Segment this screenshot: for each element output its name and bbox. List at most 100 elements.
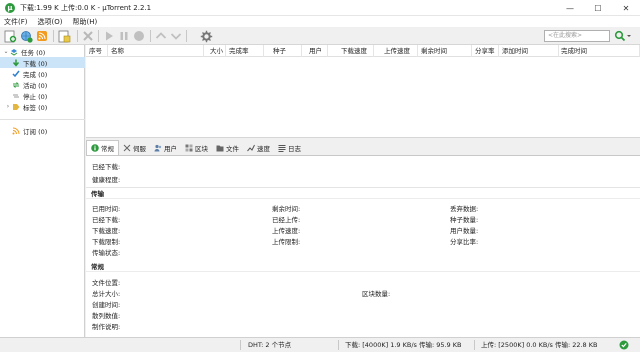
column-header[interactable]: 种子 <box>264 45 302 57</box>
info-label: 下载限制: <box>92 238 121 246</box>
close-button[interactable]: ✕ <box>612 0 640 16</box>
downloaded-label: 已经下载: <box>92 163 121 171</box>
tab-trackers[interactable]: 伺服 <box>119 141 150 155</box>
column-header[interactable]: 分享率 <box>472 45 499 57</box>
info-label: 散列数值: <box>92 312 121 320</box>
info-label: 总计大小: <box>92 290 121 298</box>
collapse-icon[interactable]: ⌄ <box>2 48 10 55</box>
status-bar: DHT: 2 个节点 下载: [4000K] 1.9 KB/s 传输: 95.9… <box>0 337 640 352</box>
sidebar-item-inactive[interactable]: 停止 (0) <box>0 90 85 101</box>
toolbar: <在此搜索> <box>0 27 640 45</box>
column-header[interactable]: 添加时间 <box>499 45 559 57</box>
info-label: 下载速度: <box>92 227 121 235</box>
info-label: 创建时间: <box>92 301 121 309</box>
info-label: 传输状态: <box>92 249 121 257</box>
tab-label: 日志 <box>288 145 301 153</box>
info-label: 制作说明: <box>92 323 121 331</box>
info-label: 已经下载: <box>92 216 121 224</box>
sidebar-item-completed[interactable]: 完成 (0) <box>0 68 85 79</box>
move-down-icon[interactable] <box>169 29 183 43</box>
column-header[interactable]: 上传速度 <box>374 45 418 57</box>
menu-bar: 文件(F) 选项(O) 帮助(H) <box>0 16 640 27</box>
minimize-button[interactable]: — <box>556 0 584 16</box>
upload-status[interactable]: 上传: [2500K] 0.0 KB/s 传输: 22.8 KB <box>481 338 597 352</box>
start-icon[interactable] <box>102 29 116 43</box>
tab-general[interactable]: 常规 <box>86 140 119 155</box>
info-label: 已经上传: <box>272 216 301 224</box>
tab-files[interactable]: 文件 <box>212 141 243 155</box>
expand-icon[interactable]: › <box>4 103 12 110</box>
pieces-icon <box>185 144 193 152</box>
sidebar-item-label: 标签 (0) <box>23 103 48 112</box>
download-status[interactable]: 下载: [4000K] 1.9 KB/s 传输: 95.9 KB <box>345 338 461 352</box>
tab-label: 速度 <box>257 145 270 153</box>
sidebar-item-label: 任务 (0) <box>21 48 46 57</box>
transfer-section-title: 传输 <box>86 189 640 199</box>
info-label: 上传速度: <box>272 227 301 235</box>
sidebar-item-label: 订阅 (0) <box>23 127 48 136</box>
column-header[interactable]: 下载速度 <box>328 45 374 57</box>
menu-file[interactable]: 文件(F) <box>4 17 28 27</box>
sidebar-item-feeds[interactable]: 订阅 (0) <box>0 125 85 136</box>
rss-icon[interactable] <box>35 29 49 43</box>
menu-help[interactable]: 帮助(H) <box>72 17 97 27</box>
sidebar-item-torrents[interactable]: ⌄ 任务 (0) <box>0 46 85 57</box>
tab-label: 用户 <box>164 145 177 153</box>
logger-icon <box>278 144 286 152</box>
tab-label: 文件 <box>226 145 239 153</box>
add-from-url-icon[interactable] <box>19 29 33 43</box>
column-header[interactable]: 剩余时间 <box>418 45 472 57</box>
torrent-list[interactable]: 序号 名称 大小 完成率 种子 用户 下载速度 上传速度 剩余时间 分享率 添加… <box>86 45 640 137</box>
tab-logger[interactable]: 日志 <box>274 141 305 155</box>
list-header: 序号 名称 大小 完成率 种子 用户 下载速度 上传速度 剩余时间 分享率 添加… <box>86 45 640 57</box>
sidebar-item-labels[interactable]: › 标签 (0) <box>0 101 85 112</box>
sidebar-item-downloading[interactable]: 下载 (0) <box>0 57 85 68</box>
sidebar-item-label: 活动 (0) <box>23 81 48 90</box>
search-input[interactable]: <在此搜索> <box>544 30 610 42</box>
column-header[interactable]: 完成率 <box>226 45 264 57</box>
download-arrow-icon <box>12 59 20 67</box>
general-panel: 已经下载: 健康程度: 传输 已用时间: 已经下载: 下载速度: 下载限制: 传… <box>86 156 640 337</box>
sidebar-item-active[interactable]: 活动 (0) <box>0 79 85 90</box>
info-label: 种子数量: <box>450 216 479 224</box>
network-ok-icon[interactable] <box>619 340 629 350</box>
trackers-icon <box>123 144 131 152</box>
column-header[interactable]: 名称 <box>108 45 204 57</box>
preferences-icon[interactable] <box>199 29 213 43</box>
column-header[interactable]: 用户 <box>302 45 328 57</box>
column-header[interactable]: 完成时间 <box>559 45 640 57</box>
info-label: 剩余时间: <box>272 205 301 213</box>
info-label: 文件位置: <box>92 279 121 287</box>
stop-icon <box>12 92 20 100</box>
window-title: 下载:1.99 K 上传:0.0 K - µTorrent 2.2.1 <box>20 3 152 12</box>
column-header[interactable]: 大小 <box>204 45 226 57</box>
dht-status[interactable]: DHT: 2 个节点 <box>248 338 291 352</box>
utorrent-logo-icon: µ <box>5 2 15 13</box>
info-label: 已用时间: <box>92 205 121 213</box>
detail-tabs: 常规 伺服 用户 区块 文件 速度 日志 <box>86 140 640 156</box>
move-up-icon[interactable] <box>154 29 168 43</box>
menu-options[interactable]: 选项(O) <box>38 17 63 27</box>
pieces-label: 区块数量: <box>362 290 391 298</box>
sidebar-item-label: 下载 (0) <box>23 59 48 68</box>
peers-icon <box>154 144 162 152</box>
tab-pieces[interactable]: 区块 <box>181 141 212 155</box>
pause-icon[interactable] <box>117 29 131 43</box>
tab-label: 常规 <box>101 145 114 153</box>
sidebar-item-label: 停止 (0) <box>23 92 48 101</box>
availability-label: 健康程度: <box>92 176 121 184</box>
remove-icon[interactable] <box>81 29 95 43</box>
title-bar: µ 下载:1.99 K 上传:0.0 K - µTorrent 2.2.1 — … <box>0 0 640 16</box>
tab-peers[interactable]: 用户 <box>150 141 181 155</box>
search-icon[interactable] <box>614 29 634 43</box>
column-header[interactable]: 序号 <box>86 45 108 57</box>
info-icon <box>91 144 99 152</box>
tab-label: 伺服 <box>133 145 146 153</box>
stop-icon[interactable] <box>132 29 146 43</box>
create-torrent-icon[interactable] <box>57 29 71 43</box>
maximize-button[interactable]: ☐ <box>584 0 612 16</box>
add-torrent-icon[interactable] <box>3 29 17 43</box>
tab-speed[interactable]: 速度 <box>243 141 274 155</box>
general-section-title: 常规 <box>86 262 640 272</box>
activity-icon <box>12 81 20 89</box>
